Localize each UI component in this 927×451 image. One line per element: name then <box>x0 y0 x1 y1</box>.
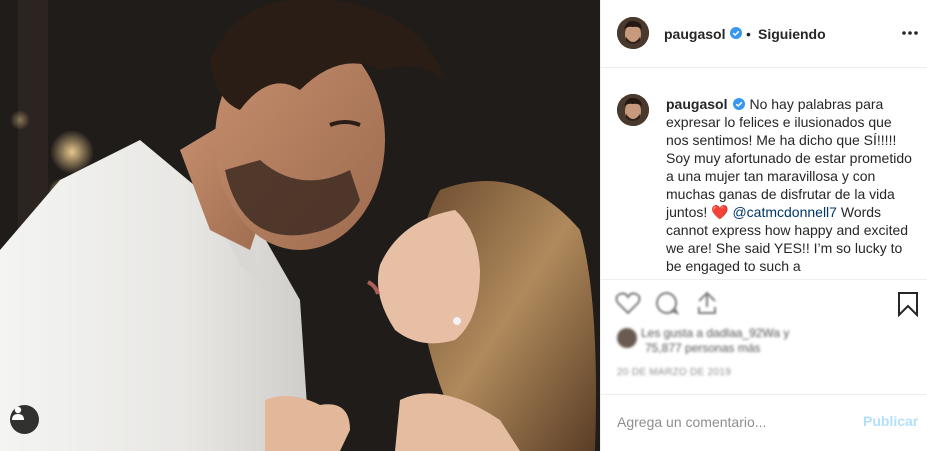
likes-line-1: Les gusta a dadlaa_92Wa y <box>641 326 790 340</box>
post-header: paugasol • Siguiendo <box>601 0 927 68</box>
following-button[interactable]: Siguiendo <box>758 26 826 42</box>
action-bar <box>601 283 927 323</box>
more-options-icon[interactable] <box>901 30 919 36</box>
mention-link[interactable]: @catmcdonnell7 <box>732 204 837 220</box>
avatar[interactable] <box>617 17 649 49</box>
photo-illustration <box>0 0 600 451</box>
comment-bar: Publicar <box>601 394 927 451</box>
likes-line-2: 75,877 personas más <box>645 341 761 355</box>
caption-avatar[interactable] <box>617 94 649 126</box>
caption-text: paugasol No hay palabras para expresar lo… <box>666 95 918 275</box>
caption-body: No hay palabras para expresar lo felices… <box>666 96 912 220</box>
bookmark-icon[interactable] <box>897 291 919 317</box>
comment-input[interactable] <box>617 412 847 432</box>
caption-section: paugasol No hay palabras para expresar lo… <box>601 68 927 280</box>
liker-avatar <box>617 328 637 348</box>
post-side-panel: paugasol • Siguiendo paugasol No hay pala… <box>600 0 927 451</box>
verified-badge-icon <box>730 27 742 39</box>
separator-dot: • <box>746 26 751 42</box>
username-link[interactable]: paugasol <box>664 26 725 42</box>
share-icon[interactable] <box>695 291 719 315</box>
heart-icon[interactable] <box>615 291 641 315</box>
publish-button[interactable]: Publicar <box>863 413 918 429</box>
verified-badge-icon <box>733 98 746 110</box>
user-tag-icon[interactable] <box>10 405 39 434</box>
comment-icon[interactable] <box>655 291 679 315</box>
caption-username-link[interactable]: paugasol <box>666 96 727 112</box>
post-photo[interactable] <box>0 0 600 451</box>
heart-emoji: ❤️ <box>711 204 729 220</box>
likes-summary[interactable]: Les gusta a dadlaa_92Wa y 75,877 persona… <box>617 324 917 362</box>
post-date: 20 DE MARZO DE 2019 <box>617 367 732 378</box>
